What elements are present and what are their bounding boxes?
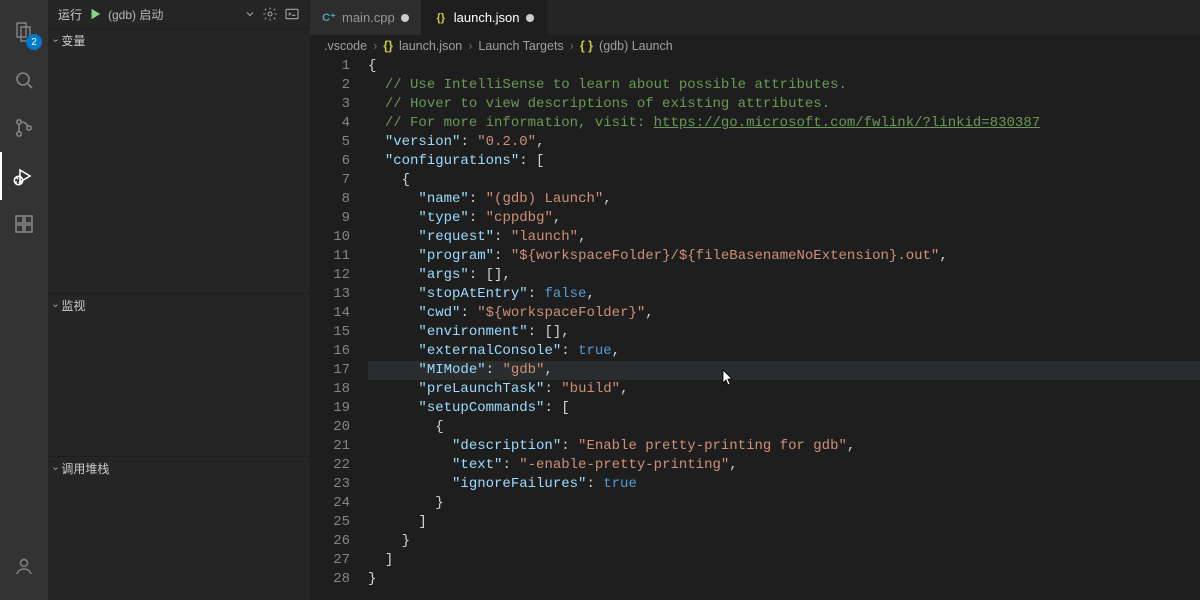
debug-sidebar: 运行 (gdb) 启动 › 变量 › 监视 › 调用 xyxy=(48,0,310,600)
run-label: 运行 xyxy=(58,6,82,23)
breadcrumb-sep: › xyxy=(373,39,377,53)
tab-label: launch.json xyxy=(454,10,520,25)
variables-section-header[interactable]: › 变量 xyxy=(48,29,310,51)
breadcrumb-file[interactable]: launch.json xyxy=(399,39,462,53)
breadcrumb-sep: › xyxy=(570,39,574,53)
json-file-icon: {} xyxy=(383,39,393,53)
explorer-badge: 2 xyxy=(26,34,42,50)
line-gutter: 1234567891011121314151617181920212223242… xyxy=(310,57,368,600)
cpp-file-icon: C⁺ xyxy=(322,11,336,25)
editor-tabs: C⁺ main.cpp {} launch.json xyxy=(310,0,1200,35)
code-editor[interactable]: 1234567891011121314151617181920212223242… xyxy=(310,57,1200,600)
activity-account-icon[interactable] xyxy=(0,542,48,590)
watch-label: 监视 xyxy=(61,297,85,314)
tab-launch-json[interactable]: {} launch.json xyxy=(422,0,547,35)
dirty-indicator-icon xyxy=(401,14,409,22)
json-file-icon: {} xyxy=(434,11,448,25)
run-play-icon[interactable] xyxy=(88,7,102,21)
breadcrumb-folder[interactable]: .vscode xyxy=(324,39,367,53)
dirty-indicator-icon xyxy=(526,14,534,22)
tab-label: main.cpp xyxy=(342,10,395,25)
run-config-dropdown[interactable]: (gdb) 启动 xyxy=(108,6,238,23)
activity-extensions-icon[interactable] xyxy=(0,200,48,248)
tab-main-cpp[interactable]: C⁺ main.cpp xyxy=(310,0,422,35)
chevron-down-icon: › xyxy=(50,303,61,306)
chevron-down-icon: › xyxy=(50,466,61,469)
callstack-label: 调用堆栈 xyxy=(61,460,109,477)
breadcrumb-sep: › xyxy=(468,39,472,53)
run-config-name: (gdb) 启动 xyxy=(108,6,163,23)
json-object-icon: { } xyxy=(580,39,593,53)
activity-debug-icon[interactable] xyxy=(0,152,48,200)
code-content[interactable]: { // Use IntelliSense to learn about pos… xyxy=(368,57,1200,600)
watch-section-header[interactable]: › 监视 xyxy=(48,294,310,316)
debug-console-icon[interactable] xyxy=(284,6,300,22)
breadcrumb-item[interactable]: (gdb) Launch xyxy=(599,39,673,53)
activity-scm-icon[interactable] xyxy=(0,104,48,152)
chevron-down-icon[interactable] xyxy=(244,8,256,20)
run-header: 运行 (gdb) 启动 xyxy=(48,0,310,28)
breadcrumbs[interactable]: .vscode › {} launch.json › Launch Target… xyxy=(310,35,1200,57)
chevron-down-icon: › xyxy=(50,38,61,41)
activity-bar: 2 xyxy=(0,0,48,600)
activity-search-icon[interactable] xyxy=(0,56,48,104)
editor-area: C⁺ main.cpp {} launch.json .vscode › {} … xyxy=(310,0,1200,600)
gear-icon[interactable] xyxy=(262,6,278,22)
callstack-section-header[interactable]: › 调用堆栈 xyxy=(48,457,310,479)
variables-label: 变量 xyxy=(61,32,85,49)
activity-explorer-icon[interactable]: 2 xyxy=(0,8,48,56)
breadcrumb-array[interactable]: Launch Targets xyxy=(478,39,563,53)
